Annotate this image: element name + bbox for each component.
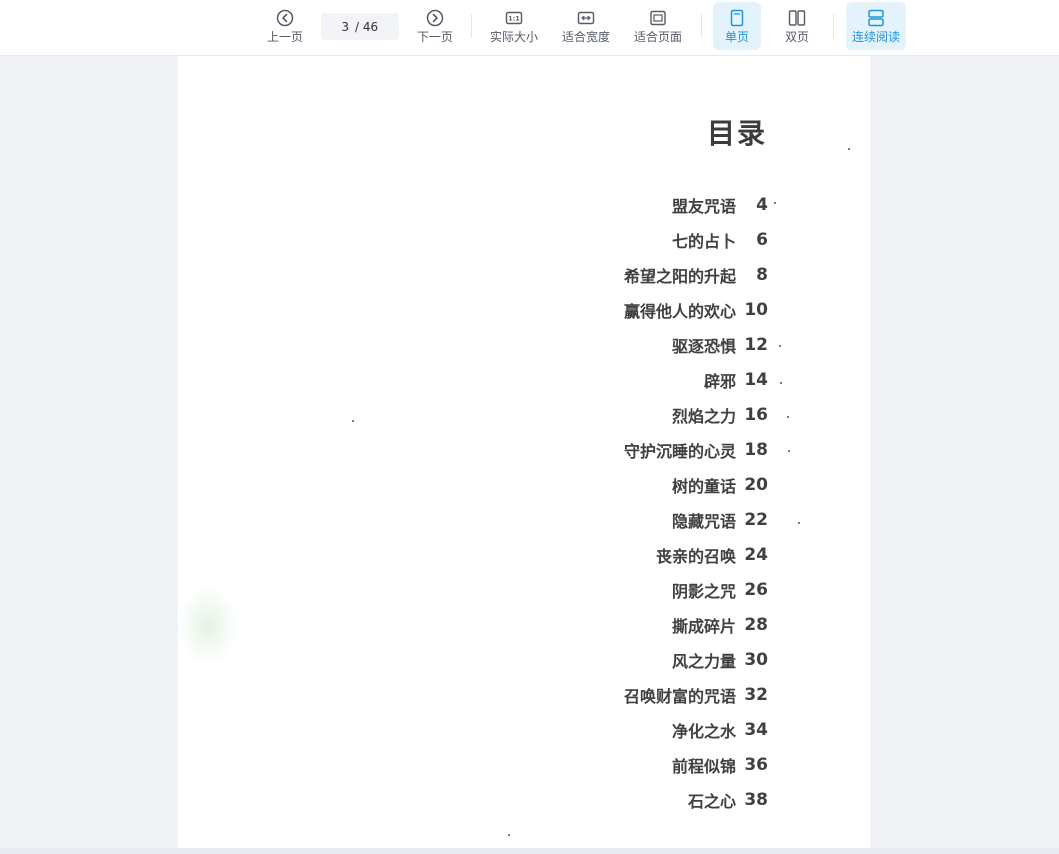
svg-text:1:1: 1:1 [508,15,520,23]
toc-item-title: 盟友咒语 [671,197,736,216]
toc-item-page: 16 [744,405,768,425]
actual-size-button[interactable]: 1:1 实际大小 [484,2,544,50]
one-to-one-icon: 1:1 [505,11,523,25]
fit-page-button[interactable]: 适合页面 [628,2,688,50]
toc-item-title: 七的占卜 [671,232,736,251]
toc-item[interactable]: 盟友咒语 4 [672,194,768,216]
scan-speck [779,345,781,347]
continuous-reading-button[interactable]: 连续阅读 [846,2,906,50]
page-indicator: / 46 [321,13,399,40]
fit-width-button[interactable]: 适合宽度 [556,2,616,50]
viewer-toolbar: 上一页 / 46 下一页 1:1 实际大小 适合宽度 适合页面 [0,0,1059,56]
toc-item-title: 烈焰之力 [671,407,736,426]
toc-item-title: 召唤财富的咒语 [623,687,736,706]
toc-item[interactable]: 前程似锦 36 [672,754,768,776]
toc-item-page: 30 [744,650,768,670]
scan-speck [787,416,789,418]
toc-item[interactable]: 辟邪 14 [704,369,768,391]
next-page-label: 下一页 [416,30,453,44]
toc-item-title: 前程似锦 [671,757,736,776]
toc-item[interactable]: 隐藏咒语 22 [672,509,768,531]
toc-item-page: 8 [756,265,768,285]
toc-item[interactable]: 阴影之咒 26 [672,579,768,601]
scan-speck [780,382,782,384]
scan-speck [774,202,776,204]
prev-page-button[interactable]: 上一页 [262,2,308,50]
toc-item-page: 4 [756,195,768,215]
fit-page-label: 适合页面 [633,30,682,44]
double-page-icon [788,10,806,26]
toc-item[interactable]: 撕成碎片 28 [672,614,768,636]
prev-page-label: 上一页 [266,30,303,44]
toc-item-title: 赢得他人的欢心 [623,302,736,321]
toc-item-page: 36 [744,755,768,775]
next-page-button[interactable]: 下一页 [412,2,458,50]
toolbar-divider [833,14,834,38]
scan-smudge [178,586,238,666]
toc-item-title: 驱逐恐惧 [671,337,736,356]
toc-title: 目录 [706,117,767,150]
fit-page-icon [650,10,666,26]
toc-item[interactable]: 守护沉睡的心灵 18 [624,439,768,461]
circle-chevron-left-icon [276,9,294,27]
toc-item[interactable]: 丧亲的召唤 24 [656,544,768,566]
toc-item-page: 28 [744,615,768,635]
toc-item-title: 希望之阳的升起 [623,267,736,286]
continuous-scroll-icon [868,9,884,27]
toc-item[interactable]: 赢得他人的欢心 10 [624,299,768,321]
toc-item-title: 石之心 [687,792,736,811]
circle-chevron-right-icon [426,9,444,27]
toc-item[interactable]: 召唤财富的咒语 32 [624,684,768,706]
toc-item-page: 10 [744,300,768,320]
toc-item-page: 38 [744,790,768,810]
toc-item-page: 24 [744,545,768,565]
single-page-button[interactable]: 单页 [713,2,761,50]
toolbar-divider [471,14,472,38]
toc-item-title: 净化之水 [671,722,736,741]
toc-item[interactable]: 净化之水 34 [672,719,768,741]
toc-item-page: 6 [756,230,768,250]
toc-item[interactable]: 树的童话 20 [672,474,768,496]
bottom-border [0,848,1059,854]
current-page-input[interactable] [321,19,349,34]
toc-item[interactable]: 驱逐恐惧 12 [672,334,768,356]
toc-item-title: 撕成碎片 [671,617,736,636]
toc-item-page: 32 [744,685,768,705]
toc-item[interactable]: 石之心 38 [688,789,768,811]
toc-item[interactable]: 烈焰之力 16 [672,404,768,426]
toc-item-title: 丧亲的召唤 [655,547,736,566]
toolbar-divider [701,14,702,38]
toc-item-title: 阴影之咒 [671,582,736,601]
scan-speck [352,420,354,422]
document-page: 目录 盟友咒语 4 七的占卜 6 希望之阳的升起 8 赢得他人的欢心 10 驱逐… [178,56,870,848]
scan-speck [508,834,510,836]
toc-item-title: 辟邪 [703,372,736,391]
toc-item[interactable]: 七的占卜 6 [672,229,768,251]
single-page-label: 单页 [724,30,749,44]
toc-item-page: 12 [744,335,768,355]
toc-item-page: 20 [744,475,768,495]
scan-speck [788,450,790,452]
toc-item-page: 14 [744,370,768,390]
toc-item-page: 22 [744,510,768,530]
single-page-icon [730,9,744,27]
scan-speck [848,148,850,150]
fit-width-label: 适合宽度 [561,30,610,44]
total-pages: / 46 [355,19,379,34]
toc-item-title: 守护沉睡的心灵 [623,442,736,461]
double-page-button[interactable]: 双页 [774,2,820,50]
fit-width-arrows-icon [577,11,595,25]
toc-item-page: 26 [744,580,768,600]
toc-item-title: 隐藏咒语 [671,512,736,531]
toc-item-title: 风之力量 [671,652,736,671]
continuous-reading-label: 连续阅读 [851,30,900,44]
toc-item[interactable]: 希望之阳的升起 8 [624,264,768,286]
toc-item[interactable]: 风之力量 30 [672,649,768,671]
double-page-label: 双页 [784,30,809,44]
actual-size-label: 实际大小 [489,30,538,44]
toc-item-title: 树的童话 [671,477,736,496]
scan-speck [798,522,800,524]
toc-item-page: 18 [744,440,768,460]
toc-item-page: 34 [744,720,768,740]
